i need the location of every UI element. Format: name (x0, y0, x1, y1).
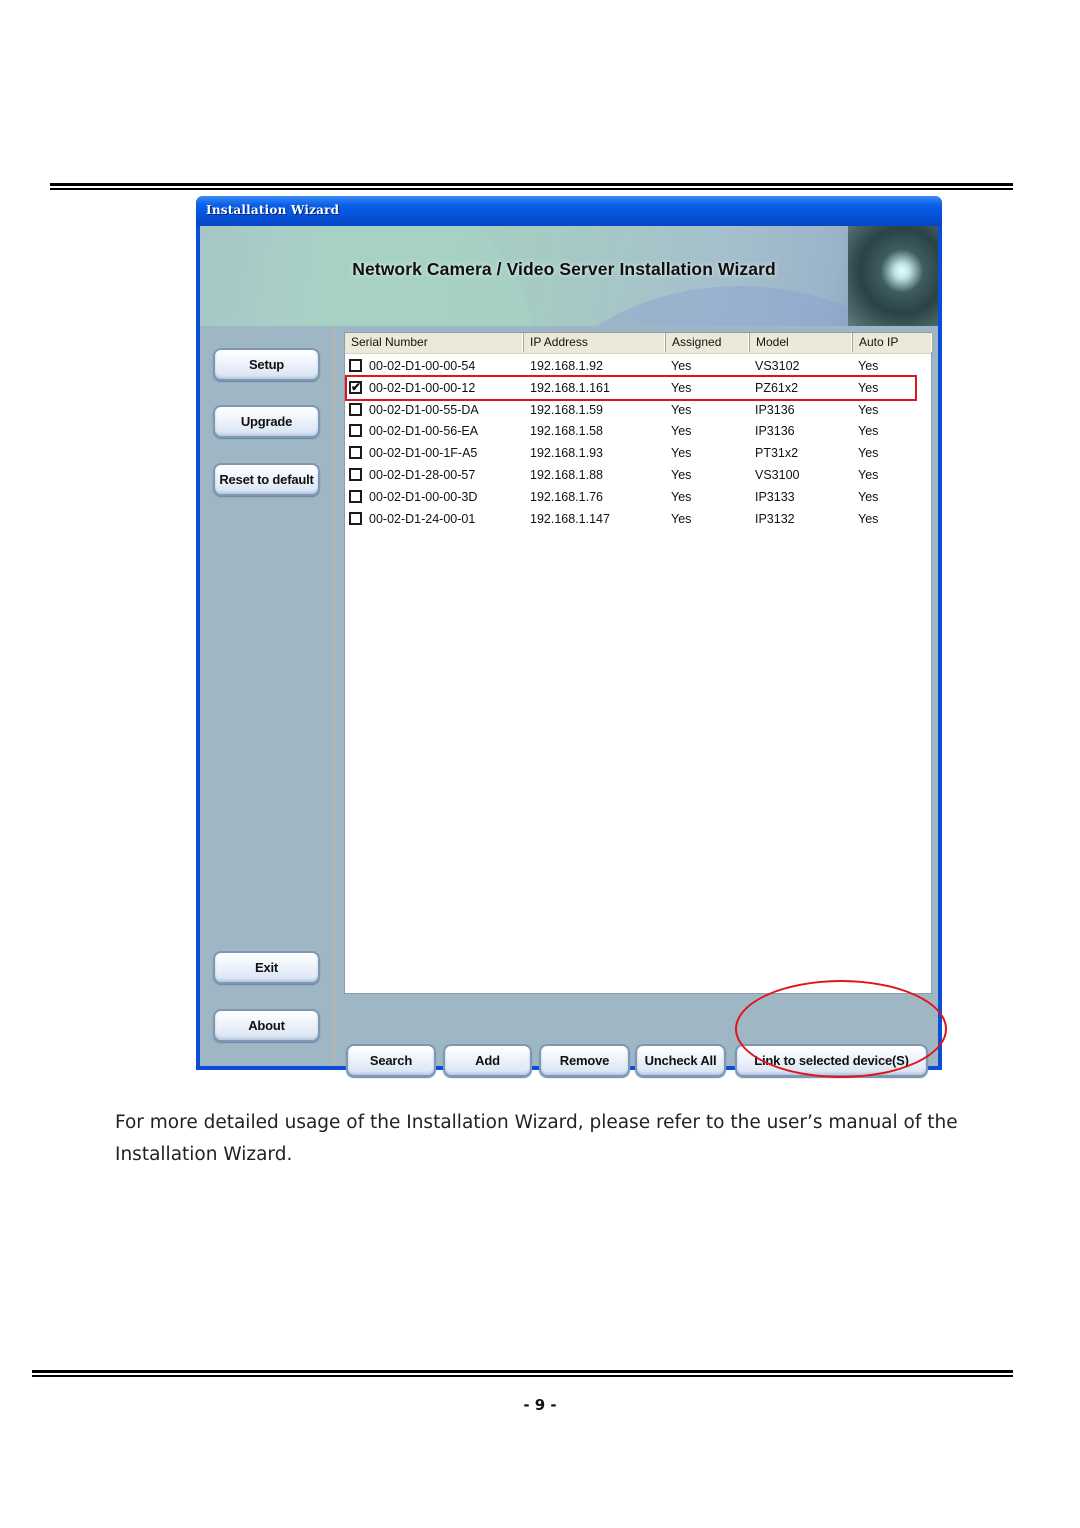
ip-address-cell: 192.168.1.59 (530, 402, 603, 417)
checkbox[interactable] (349, 359, 362, 372)
window-title: Installation Wizard (206, 203, 340, 217)
checkbox[interactable] (349, 511, 362, 525)
ip-address-cell: 192.168.1.161 (530, 380, 610, 395)
table-row[interactable]: 00-02-D1-24-00-01 192.168.1.147 Yes IP3132 Y… (345, 508, 931, 530)
assigned-cell: Yes (671, 380, 692, 395)
serial-number-cell: 00-02-D1-24-00-01 (369, 511, 476, 526)
window-client-area: Network Camera / Video Server Installati… (200, 226, 938, 1077)
table-row[interactable]: 00-02-D1-00-55-DA 192.168.1.59 Yes IP3136 Ye… (345, 399, 931, 421)
serial-number-cell: 00-02-D1-00-55-DA (369, 402, 479, 417)
serial-number-cell: 00-02-D1-00-56-EA (369, 424, 479, 439)
model-cell: PZ61x2 (755, 380, 799, 395)
ip-address-cell: 192.168.1.93 (530, 446, 603, 461)
assigned-cell: Yes (671, 359, 692, 373)
checkbox[interactable] (349, 468, 362, 481)
ip-address-cell: 192.168.1.76 (530, 489, 603, 504)
assigned-cell: Yes (671, 511, 692, 526)
auto-ip-cell: Yes (858, 446, 879, 461)
model-cell: IP3136 (755, 424, 795, 439)
title-bar[interactable]: Installation Wizard (196, 196, 942, 226)
ip-address-cell: 192.168.1.92 (530, 359, 603, 373)
setup-button[interactable]: Setup (213, 348, 320, 381)
checkbox[interactable] (349, 402, 362, 416)
auto-ip-cell: Yes (858, 489, 879, 504)
serial-number-cell: 00-02-D1-00-00-12 (369, 380, 476, 395)
column-header-model[interactable]: Model (750, 333, 853, 352)
installation-wizard-window: Installation Wizard Network Camera / Vid… (196, 196, 942, 1077)
column-header-auto-ip[interactable]: Auto IP (853, 333, 933, 352)
model-cell: IP3132 (755, 511, 795, 526)
model-cell: PT31x2 (755, 446, 799, 461)
checkbox[interactable] (349, 489, 362, 503)
table-row[interactable]: 00-02-D1-00-1F-A5 192.168.1.93 Yes PT31x2 Ye… (345, 442, 931, 464)
ip-address-cell: 192.168.1.58 (530, 424, 603, 439)
serial-number-cell: 00-02-D1-00-00-54 (369, 359, 476, 373)
serial-number-cell: 00-02-D1-00-1F-A5 (369, 446, 478, 461)
model-cell: VS3100 (755, 468, 800, 482)
remove-button[interactable]: Remove (539, 1044, 630, 1077)
assigned-cell: Yes (671, 424, 692, 439)
model-cell: IP3136 (755, 402, 795, 417)
model-cell: IP3133 (755, 489, 795, 504)
reset-to-default-button[interactable]: Reset to default (213, 463, 320, 496)
ip-address-cell: 192.168.1.147 (530, 511, 610, 526)
assigned-cell: Yes (671, 446, 692, 461)
footer-rule (32, 1370, 1013, 1377)
device-list[interactable]: Serial Number IP Address Assigned Model … (344, 332, 933, 994)
auto-ip-cell: Yes (858, 468, 879, 482)
serial-number-cell: 00-02-D1-28-00-57 (369, 468, 476, 482)
search-button[interactable]: Search (346, 1044, 436, 1077)
checkbox[interactable] (349, 446, 362, 460)
table-row[interactable]: 00-02-D1-28-00-57 192.168.1.88 Yes VS3100 Ye… (345, 464, 931, 486)
model-cell: VS3102 (755, 359, 800, 373)
auto-ip-cell: Yes (858, 424, 879, 439)
column-header-ip-address[interactable]: IP Address (524, 333, 666, 352)
assigned-cell: Yes (671, 468, 692, 482)
serial-number-cell: 00-02-D1-00-00-3D (369, 489, 478, 504)
column-header-serial-number[interactable]: Serial Number (345, 333, 524, 352)
checkbox[interactable] (349, 424, 362, 438)
auto-ip-cell: Yes (858, 380, 879, 395)
column-header-assigned[interactable]: Assigned (666, 333, 750, 352)
table-row[interactable]: ✔ 00-02-D1-00-00-12 192.168.1.161 Yes PZ61x2… (345, 377, 931, 399)
checkbox-checked[interactable]: ✔ (349, 380, 362, 394)
auto-ip-cell: Yes (858, 359, 879, 373)
page-number: - 9 - (523, 1396, 557, 1414)
ip-address-cell: 192.168.1.88 (530, 468, 603, 482)
uncheck-all-button[interactable]: Uncheck All (635, 1044, 726, 1077)
list-header: Serial Number IP Address Assigned Model … (345, 333, 933, 354)
add-button[interactable]: Add (443, 1044, 532, 1077)
assigned-cell: Yes (671, 489, 692, 504)
table-row[interactable]: 00-02-D1-00-56-EA 192.168.1.58 Yes IP3136 Ye… (345, 420, 931, 442)
table-row[interactable]: 00-02-D1-00-00-3D 192.168.1.76 Yes IP3133 Ye… (345, 486, 931, 508)
banner: Network Camera / Video Server Installati… (200, 226, 938, 326)
banner-title: Network Camera / Video Server Installati… (352, 259, 776, 279)
caption-paragraph: For more detailed usage of the Installat… (115, 1112, 958, 1165)
exit-button[interactable]: Exit (213, 951, 320, 984)
header-rule (50, 183, 1013, 190)
auto-ip-cell: Yes (858, 511, 879, 526)
assigned-cell: Yes (671, 402, 692, 417)
about-button[interactable]: About (213, 1009, 320, 1042)
link-to-selected-device-button[interactable]: Link to selected device(S) (735, 1044, 928, 1077)
table-row[interactable]: 00-02-D1-00-00-54 192.168.1.92 Yes VS3102 Ye… (345, 355, 931, 377)
auto-ip-cell: Yes (858, 402, 879, 417)
sidebar: Setup Upgrade Reset to default Exit Abou… (200, 326, 335, 1066)
upgrade-button[interactable]: Upgrade (213, 405, 320, 438)
